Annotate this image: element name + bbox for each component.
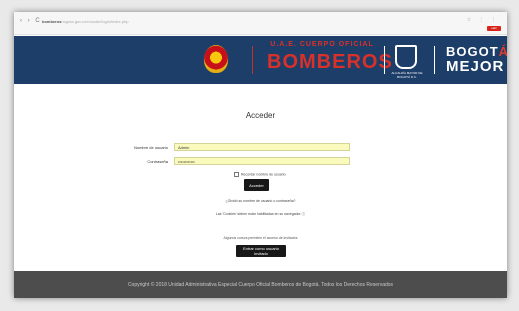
crest-caption: ALCALDÍA MAYOR DE BOGOTÁ D.C.	[391, 71, 423, 79]
header-divider	[252, 46, 253, 74]
login-button[interactable]: Acceder	[244, 179, 269, 191]
username-input[interactable]	[174, 143, 350, 151]
site-header-banner: U.A.E. CUERPO OFICIAL BOMBEROS ALCALDÍA …	[14, 36, 507, 84]
footer-copyright: Copyright © 2018 Unidad Administrativa E…	[127, 282, 394, 288]
remember-checkbox[interactable]	[234, 172, 239, 177]
password-input[interactable]	[174, 157, 350, 165]
org-name-logo: BOMBEROS	[267, 51, 393, 73]
bogota-brand-logo: BOGOTÁ	[446, 44, 507, 59]
org-line: U.A.E. CUERPO OFICIAL	[270, 41, 374, 48]
bomberos-shield-icon	[204, 45, 228, 73]
remember-username[interactable]: Recordar nombre de usuario	[234, 172, 286, 177]
browser-nav-buttons[interactable]: ‹ › C	[20, 18, 42, 24]
forgot-password-link[interactable]: ¿Olvidó su nombre de usuario o contraseñ…	[14, 199, 507, 203]
browser-window: ‹ › C bomberosbogota.gov.co/moodle/login…	[14, 12, 507, 298]
username-label: Nombre de usuario	[133, 145, 168, 150]
header-divider	[384, 46, 385, 74]
url-host: bomberos	[42, 19, 62, 24]
exit-badge[interactable]: salir	[487, 26, 501, 31]
guest-login-button[interactable]: Entrar como usuario invitado	[236, 245, 286, 257]
address-bar[interactable]: bomberosbogota.gov.co/moodle/login/index…	[42, 19, 192, 25]
bogota-crest-icon	[395, 45, 417, 69]
browser-toolbar: ‹ › C bomberosbogota.gov.co/moodle/login…	[14, 12, 507, 35]
page-footer: Copyright © 2018 Unidad Administrativa E…	[14, 271, 507, 298]
brand-bogo-text: BOGOT	[446, 44, 499, 59]
password-label: Contraseña	[147, 159, 168, 164]
url-path: bogota.gov.co/moodle/login/index.php	[61, 19, 129, 24]
page-title: Acceder	[245, 111, 276, 120]
guest-access-notice: Algunos cursos permiten el acceso de inv…	[223, 236, 298, 240]
brand-accent-text: Á	[498, 44, 507, 59]
remember-label: Recordar nombre de usuario	[241, 172, 286, 177]
cookies-notice: Las 'Cookies' deben estar habilitadas en…	[215, 212, 306, 216]
browser-menu-icons[interactable]: ☆ ⋮ ⋮	[467, 17, 499, 23]
header-divider	[434, 46, 435, 74]
brand-mejor-text: MEJOR	[446, 58, 505, 75]
